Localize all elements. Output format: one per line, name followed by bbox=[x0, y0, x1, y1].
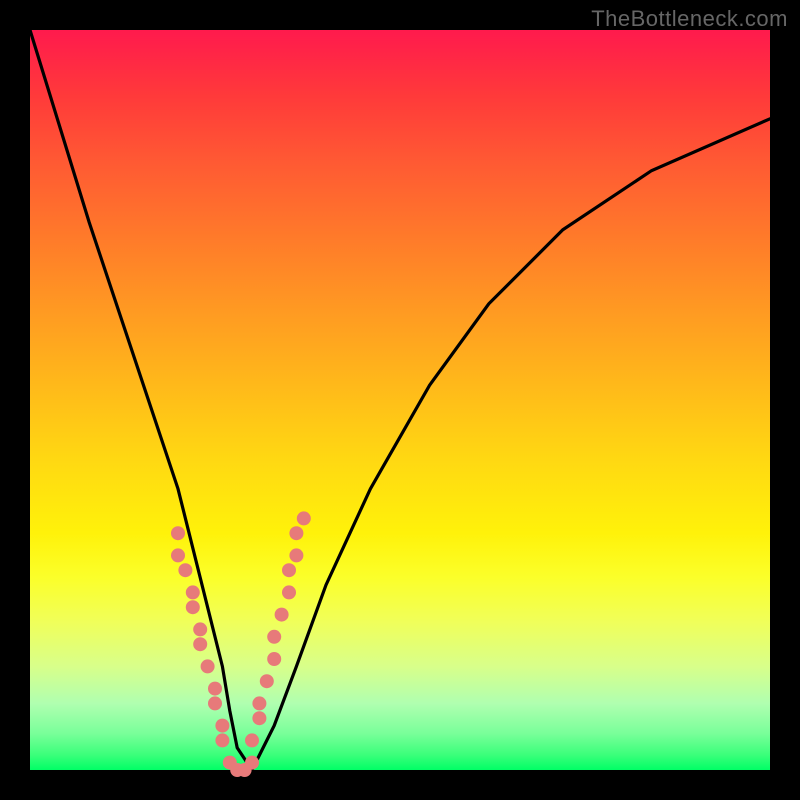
data-point bbox=[267, 652, 281, 666]
data-point bbox=[215, 733, 229, 747]
data-point bbox=[267, 630, 281, 644]
data-point bbox=[245, 756, 259, 770]
data-point bbox=[282, 563, 296, 577]
data-point bbox=[171, 526, 185, 540]
data-point bbox=[245, 733, 259, 747]
watermark-text: TheBottleneck.com bbox=[591, 6, 788, 32]
data-point bbox=[178, 563, 192, 577]
data-point bbox=[275, 608, 289, 622]
data-point bbox=[193, 637, 207, 651]
data-point bbox=[201, 659, 215, 673]
data-point bbox=[186, 600, 200, 614]
data-point bbox=[208, 682, 222, 696]
bottleneck-curve bbox=[30, 30, 770, 770]
data-point bbox=[297, 511, 311, 525]
data-point bbox=[215, 719, 229, 733]
data-point bbox=[171, 548, 185, 562]
chart-frame: TheBottleneck.com bbox=[0, 0, 800, 800]
data-point bbox=[260, 674, 274, 688]
data-point bbox=[252, 711, 266, 725]
data-point bbox=[252, 696, 266, 710]
chart-svg bbox=[30, 30, 770, 770]
data-point bbox=[208, 696, 222, 710]
data-point bbox=[289, 526, 303, 540]
data-point bbox=[193, 622, 207, 636]
data-point bbox=[186, 585, 200, 599]
data-point bbox=[289, 548, 303, 562]
data-point bbox=[282, 585, 296, 599]
plot-area bbox=[30, 30, 770, 770]
